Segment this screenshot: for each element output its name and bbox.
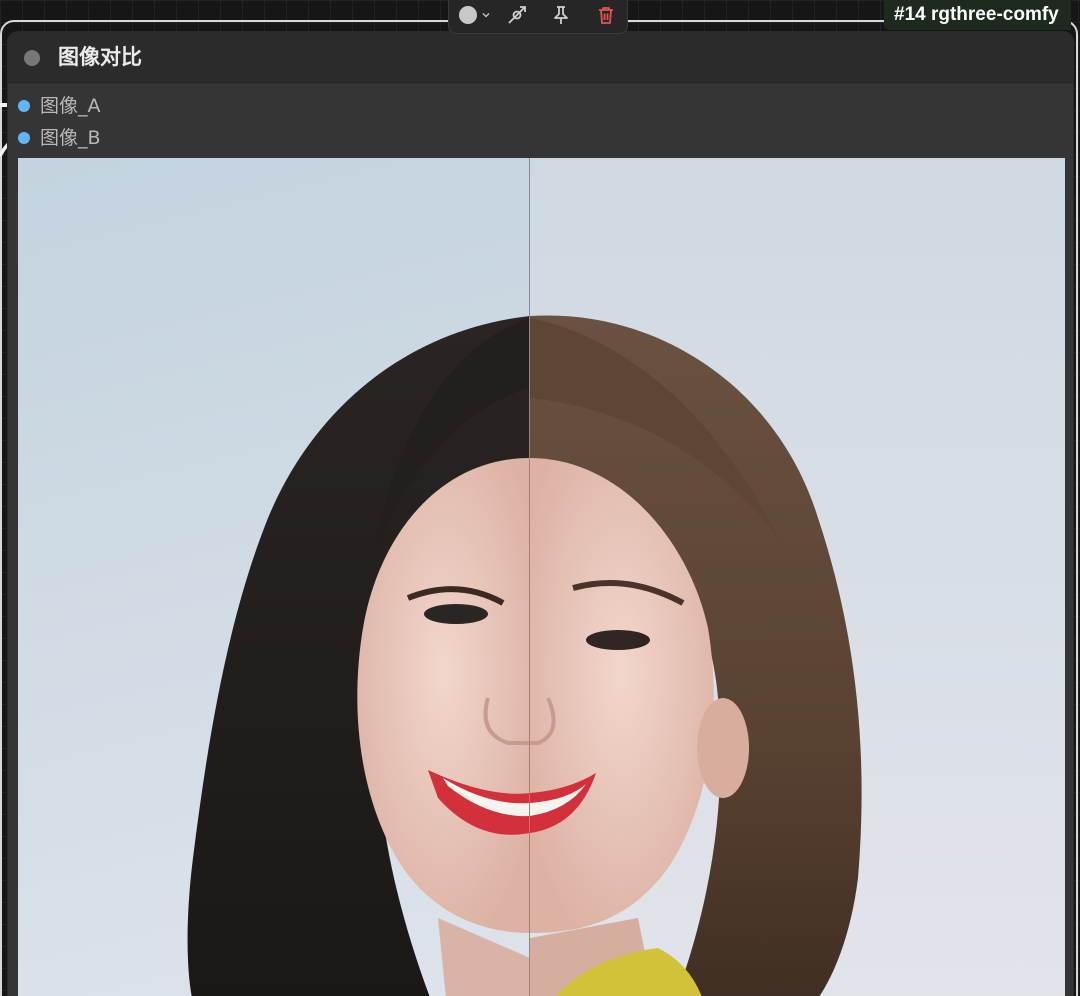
node-header[interactable]: 图像对比: [8, 32, 1073, 83]
graph-canvas[interactable]: 图像对比 图像_A 图像_B #14 rgthree-comfy: [0, 0, 1080, 996]
node-id-badge: #14 rgthree-comfy: [884, 0, 1071, 30]
chevron-down-icon: [482, 12, 490, 18]
bypass-icon: [508, 6, 526, 24]
trash-icon: [599, 7, 613, 24]
color-circle-icon: [459, 6, 477, 24]
input-slot-dot-icon[interactable]: [18, 100, 30, 112]
pin-button[interactable]: [547, 3, 575, 27]
input-slot-image-a[interactable]: 图像_A: [18, 93, 101, 119]
comparison-image: [18, 158, 1065, 996]
input-slot-image-b[interactable]: 图像_B: [18, 125, 101, 151]
bypass-button[interactable]: [503, 3, 531, 27]
node-toolbar: [448, 0, 628, 34]
image-compare-node[interactable]: 图像对比 图像_A 图像_B: [8, 32, 1073, 996]
input-slot-dot-icon[interactable]: [18, 132, 30, 144]
comparison-divider-line[interactable]: [529, 158, 530, 996]
input-slot-label: 图像_A: [40, 95, 101, 117]
pin-icon: [554, 6, 568, 24]
delete-button[interactable]: [592, 3, 620, 27]
input-slot-label: 图像_B: [40, 127, 101, 149]
collapse-toggle-icon[interactable]: [24, 50, 40, 66]
color-picker-button[interactable]: [455, 3, 495, 27]
image-comparer-preview[interactable]: [18, 158, 1065, 996]
node-title: 图像对比: [58, 45, 142, 69]
